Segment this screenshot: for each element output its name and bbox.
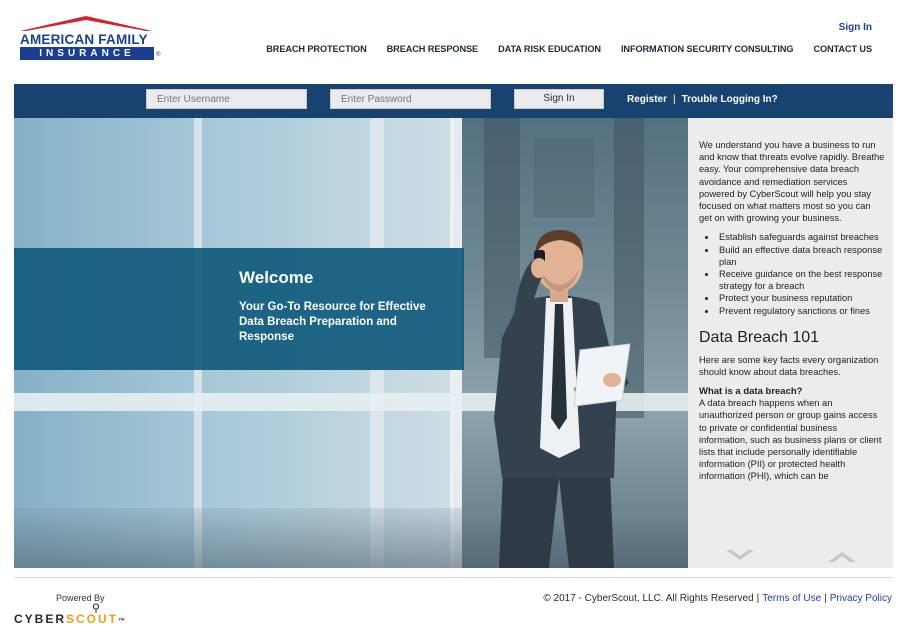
- cyberscout-logo[interactable]: CYBERSCOUT™: [14, 612, 125, 626]
- panel-intro: We understand you have a business to run…: [699, 140, 885, 224]
- scroll-up-chevron-icon[interactable]: [828, 550, 856, 562]
- american-family-logo[interactable]: AMERICAN FAMILY INSURANCE ®: [18, 14, 161, 60]
- page: AMERICAN FAMILY INSURANCE ® Sign In BREA…: [0, 0, 898, 635]
- info-panel-content: We understand you have a business to run…: [699, 139, 885, 483]
- cyberscout-logo-part1: CYBER: [14, 612, 67, 626]
- info-panel[interactable]: We understand you have a business to run…: [688, 118, 893, 568]
- privacy-policy-link[interactable]: Privacy Policy: [830, 593, 892, 604]
- welcome-subtitle: Your Go-To Resource for Effective Data B…: [239, 301, 426, 343]
- nav-contact-us[interactable]: CONTACT US: [813, 44, 872, 54]
- nav-data-risk-education[interactable]: DATA RISK EDUCATION: [498, 44, 601, 54]
- site-header: AMERICAN FAMILY INSURANCE ® Sign In BREA…: [0, 0, 898, 84]
- nav-breach-response[interactable]: BREACH RESPONSE: [387, 44, 479, 54]
- benefit-item: Prevent regulatory sanctions or fines: [717, 305, 885, 317]
- trouble-logging-in-link[interactable]: Trouble Logging In?: [682, 94, 778, 105]
- welcome-title: Welcome: [239, 268, 314, 287]
- register-link[interactable]: Register: [627, 94, 667, 105]
- benefit-item: Build an effective data breach response …: [717, 244, 885, 268]
- cyberscout-trademark: ™: [118, 618, 126, 625]
- logo-text-bottom: INSURANCE: [20, 47, 154, 60]
- footer-separator: |: [824, 593, 827, 604]
- login-links: Register | Trouble Logging In?: [627, 94, 778, 105]
- username-input[interactable]: [146, 89, 307, 109]
- scroll-down-chevron-icon[interactable]: [726, 550, 754, 562]
- cyberscout-logo-part2: SCOUT: [66, 612, 119, 626]
- welcome-box: Welcome Your Go-To Resource for Effectiv…: [14, 248, 464, 370]
- login-links-separator: |: [673, 94, 676, 105]
- logo-registered-mark: ®: [156, 52, 161, 58]
- login-bar: Sign In Register | Trouble Logging In?: [14, 84, 893, 118]
- benefit-item: Protect your business reputation: [717, 292, 885, 304]
- data-breach-101-intro: Here are some key facts every organizati…: [699, 354, 879, 378]
- main-nav: BREACH PROTECTION BREACH RESPONSE DATA R…: [266, 44, 872, 54]
- copyright-bar: © 2017 - CyberScout, LLC. All Rights Res…: [543, 593, 892, 604]
- terms-of-use-link[interactable]: Terms of Use: [762, 593, 821, 604]
- password-input[interactable]: [330, 89, 491, 109]
- nav-breach-protection[interactable]: BREACH PROTECTION: [266, 44, 366, 54]
- what-is-breach-question: What is a data breach?: [699, 386, 803, 398]
- footer-divider: [14, 577, 893, 578]
- data-breach-101-heading: Data Breach 101: [699, 328, 820, 346]
- copyright-text: © 2017 - CyberScout, LLC. All Rights Res…: [543, 593, 754, 604]
- signin-button[interactable]: Sign In: [514, 89, 604, 109]
- header-signin-link[interactable]: Sign In: [839, 22, 872, 33]
- logo-text-top: AMERICAN FAMILY: [20, 32, 148, 47]
- benefit-item: Establish safeguards against breaches: [717, 231, 885, 243]
- powered-by-label: Powered By: [56, 593, 105, 603]
- benefit-item: Receive guidance on the best response st…: [717, 268, 885, 292]
- what-is-breach-answer: A data breach happens when an unauthoriz…: [699, 398, 882, 482]
- footer-separator: |: [756, 593, 760, 604]
- benefits-list: Establish safeguards against breaches Bu…: [717, 231, 885, 316]
- logo-roof-icon: [20, 16, 152, 31]
- nav-information-security-consulting[interactable]: INFORMATION SECURITY CONSULTING: [621, 44, 794, 54]
- panel-fade: [688, 534, 893, 568]
